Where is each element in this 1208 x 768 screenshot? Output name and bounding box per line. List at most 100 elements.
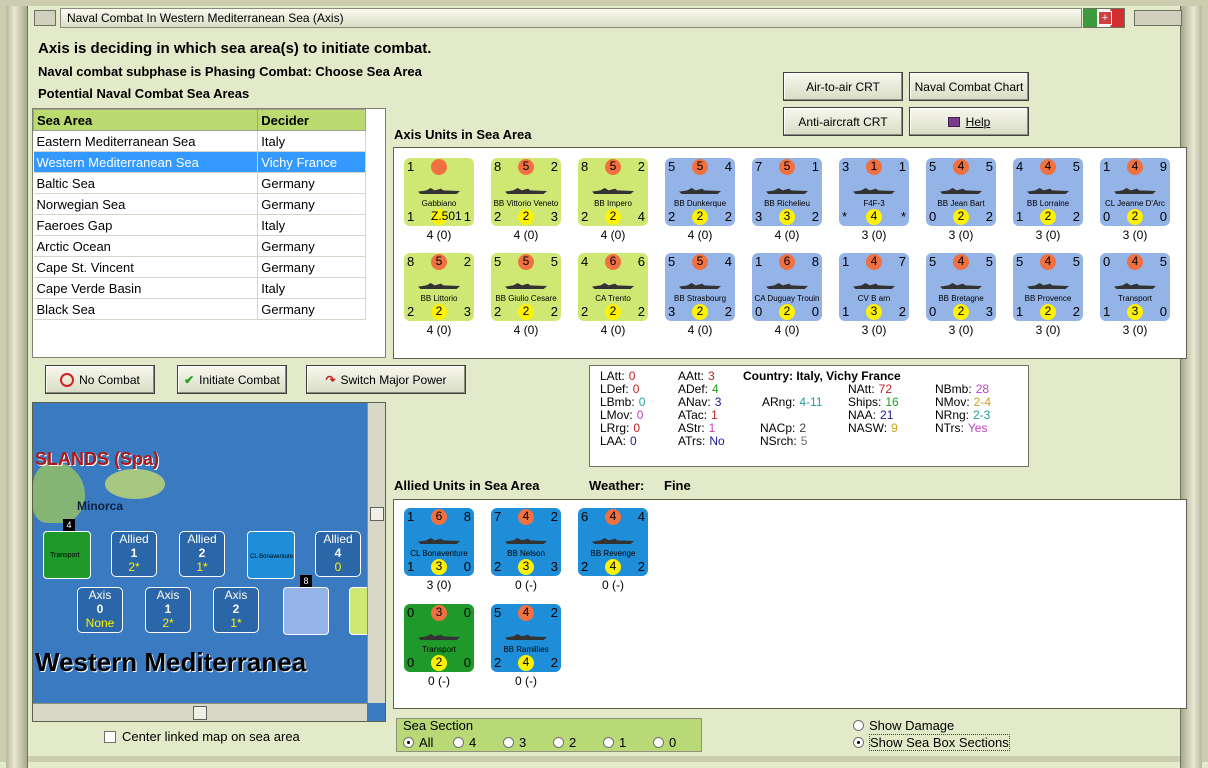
- unit-counter[interactable]: 3 1 1 F4F-3 * 4 *: [839, 158, 909, 226]
- col-decider[interactable]: Decider: [257, 109, 366, 131]
- sea-section-option[interactable]: 4: [453, 735, 503, 750]
- air-to-air-crt-button[interactable]: Air-to-air CRT: [783, 72, 903, 101]
- sea-section-option[interactable]: 1: [603, 735, 653, 750]
- sea-section-option[interactable]: 2: [553, 735, 603, 750]
- unit-counter[interactable]: 1 8 6 CL Bonaventure 1 3 0: [404, 508, 474, 576]
- decider-cell[interactable]: Germany: [257, 298, 366, 320]
- sea-section-option[interactable]: 3: [503, 735, 553, 750]
- show-damage-option[interactable]: Show Damage: [853, 718, 954, 733]
- sea-section-option[interactable]: 0: [653, 735, 703, 750]
- col-sea-area[interactable]: Sea Area: [32, 109, 259, 131]
- stat-label: ATac:: [678, 408, 708, 422]
- table-row[interactable]: Arctic Ocean Germany: [33, 235, 366, 257]
- naval-combat-chart-button[interactable]: Naval Combat Chart: [909, 72, 1029, 101]
- sea-area-cell[interactable]: Cape Verde Basin: [33, 277, 259, 299]
- unit-top-right: 5: [1159, 254, 1167, 269]
- sea-area-cell[interactable]: Norwegian Sea: [33, 193, 259, 215]
- decider-cell[interactable]: Vichy France: [257, 151, 366, 173]
- map-hscroll-thumb[interactable]: [193, 706, 207, 720]
- unit-top-right: 4: [724, 254, 732, 269]
- sea-section-radio[interactable]: [603, 737, 614, 748]
- center-map-checkbox[interactable]: Center linked map on sea area: [104, 729, 300, 744]
- sea-area-cell[interactable]: Faeroes Gap: [33, 214, 259, 236]
- unit-strength: 0 (-): [602, 578, 624, 592]
- sea-area-cell[interactable]: Eastern Mediterranean Sea: [33, 130, 259, 152]
- sea-area-cell[interactable]: Black Sea: [33, 298, 259, 320]
- unit-counter[interactable]: 7 1 5 BB Richelieu 3 3 2: [752, 158, 822, 226]
- table-row[interactable]: Cape St. Vincent Germany: [33, 256, 366, 278]
- table-row[interactable]: Faeroes Gap Italy: [33, 214, 366, 236]
- sea-box[interactable]: Axis 1 2*: [145, 587, 191, 633]
- map-vscroll-thumb[interactable]: [370, 507, 384, 521]
- unit-counter[interactable]: 5 5 4 BB Bretagne 0 2 3: [926, 253, 996, 321]
- unit-counter[interactable]: 7 2 4 BB Nelson 2 3 3: [491, 508, 561, 576]
- unit-counter[interactable]: 5 5 5 BB Giulio Cesare 2 2 2: [491, 253, 561, 321]
- anti-aircraft-crt-button[interactable]: Anti-aircraft CRT: [783, 107, 903, 136]
- sea-box[interactable]: Axis 2 1*: [213, 587, 259, 633]
- unit-counter[interactable]: 8 2 5 BB Littorio 2 2 3: [404, 253, 474, 321]
- unit-counter[interactable]: 5 2 4 BB Ramillies 2 4 2: [491, 604, 561, 672]
- table-row[interactable]: Western Mediterranean Sea Vichy France: [33, 151, 366, 173]
- sea-area-cell[interactable]: Baltic Sea: [33, 172, 259, 194]
- unit-counter[interactable]: 1 7 4 CV B arn 1 3 2: [839, 253, 909, 321]
- decider-cell[interactable]: Germany: [257, 256, 366, 278]
- sea-box[interactable]: Allied 2 1*: [179, 531, 225, 577]
- unit-counter[interactable]: 5 4 5 BB Dunkerque 2 2 2: [665, 158, 735, 226]
- system-menu-button[interactable]: [34, 10, 56, 26]
- sea-section-radio[interactable]: [553, 737, 564, 748]
- table-row[interactable]: Black Sea Germany: [33, 298, 366, 320]
- table-row[interactable]: Norwegian Sea Germany: [33, 193, 366, 215]
- table-row[interactable]: Eastern Mediterranean Sea Italy: [33, 130, 366, 152]
- unit-counter[interactable]: 6 4 4 BB Revenge 2 4 2: [578, 508, 648, 576]
- switch-major-power-button[interactable]: ↷ Switch Major Power: [306, 365, 466, 394]
- unit-counter[interactable]: 0 0 3 Transport 0 2 0: [404, 604, 474, 672]
- mini-bonaventure-counter[interactable]: CL Bonaventure: [247, 531, 295, 579]
- initiate-combat-button[interactable]: ✔ Initiate Combat: [177, 365, 287, 394]
- unit-counter[interactable]: 1 9 4 CL Jeanne D'Arc 0 2 0: [1100, 158, 1170, 226]
- decider-cell[interactable]: Italy: [257, 130, 366, 152]
- sea-section-radio[interactable]: [403, 737, 414, 748]
- table-row[interactable]: Baltic Sea Germany: [33, 172, 366, 194]
- sea-box[interactable]: Allied 4 0: [315, 531, 361, 577]
- decider-cell[interactable]: Italy: [257, 214, 366, 236]
- sea-section-radio[interactable]: [453, 737, 464, 748]
- table-row[interactable]: Cape Verde Basin Italy: [33, 277, 366, 299]
- unit-counter[interactable]: 4 5 4 BB Lorraine 1 2 2: [1013, 158, 1083, 226]
- help-button[interactable]: Help: [909, 107, 1029, 136]
- unit-counter[interactable]: 1 Gabbiano 1 Z.501 1: [404, 158, 474, 226]
- unit-counter[interactable]: 8 2 5 BB Vittorio Veneto 2 2 3: [491, 158, 561, 226]
- no-combat-button[interactable]: No Combat: [45, 365, 155, 394]
- unit-counter[interactable]: 5 5 4 BB Provence 1 2 2: [1013, 253, 1083, 321]
- map-horizontal-scrollbar[interactable]: [33, 703, 367, 721]
- unit-counter[interactable]: 5 4 5 BB Strasbourg 3 2 2: [665, 253, 735, 321]
- sea-box[interactable]: Allied 1 2*: [111, 531, 157, 577]
- unit-counter[interactable]: 5 5 4 BB Jean Bart 0 2 2: [926, 158, 996, 226]
- sea-box[interactable]: Axis 0 None: [77, 587, 123, 633]
- unit-bottom-right: 2: [898, 304, 906, 319]
- unit-strength: 4 (0): [513, 228, 539, 242]
- sea-area-cell[interactable]: Arctic Ocean: [33, 235, 259, 257]
- close-button[interactable]: [1134, 10, 1182, 26]
- decider-cell[interactable]: Germany: [257, 235, 366, 257]
- sea-area-cell[interactable]: Cape St. Vincent: [33, 256, 259, 278]
- show-damage-radio[interactable]: [853, 720, 864, 731]
- map-vertical-scrollbar[interactable]: [367, 403, 385, 703]
- unit-counter[interactable]: 0 5 4 Transport 1 3 0: [1100, 253, 1170, 321]
- sea-section-radio[interactable]: [503, 737, 514, 748]
- decider-cell[interactable]: Italy: [257, 277, 366, 299]
- sea-area-cell[interactable]: Western Mediterranean Sea: [33, 151, 259, 173]
- sea-section-option[interactable]: All: [403, 735, 453, 750]
- unit-counter[interactable]: 1 8 6 CA Duguay Trouin 0 2 0: [752, 253, 822, 321]
- center-map-check[interactable]: [104, 731, 116, 743]
- decider-cell[interactable]: Germany: [257, 193, 366, 215]
- show-sections-radio[interactable]: [853, 737, 864, 748]
- show-sections-option[interactable]: Show Sea Box Sections: [853, 734, 1010, 751]
- unit-defense: 2: [518, 304, 534, 320]
- linked-map[interactable]: SLANDS (Spa) Minorca Transport 4 Allied 1…: [32, 402, 386, 722]
- mini-axis-transport-counter[interactable]: [283, 587, 329, 635]
- sea-section-radio[interactable]: [653, 737, 664, 748]
- unit-counter[interactable]: 4 6 6 CA Trento 2 2 2: [578, 253, 648, 321]
- decider-cell[interactable]: Germany: [257, 172, 366, 194]
- unit-counter[interactable]: 8 2 5 BB Impero 2 2 4: [578, 158, 648, 226]
- mini-transport-counter[interactable]: Transport: [43, 531, 91, 579]
